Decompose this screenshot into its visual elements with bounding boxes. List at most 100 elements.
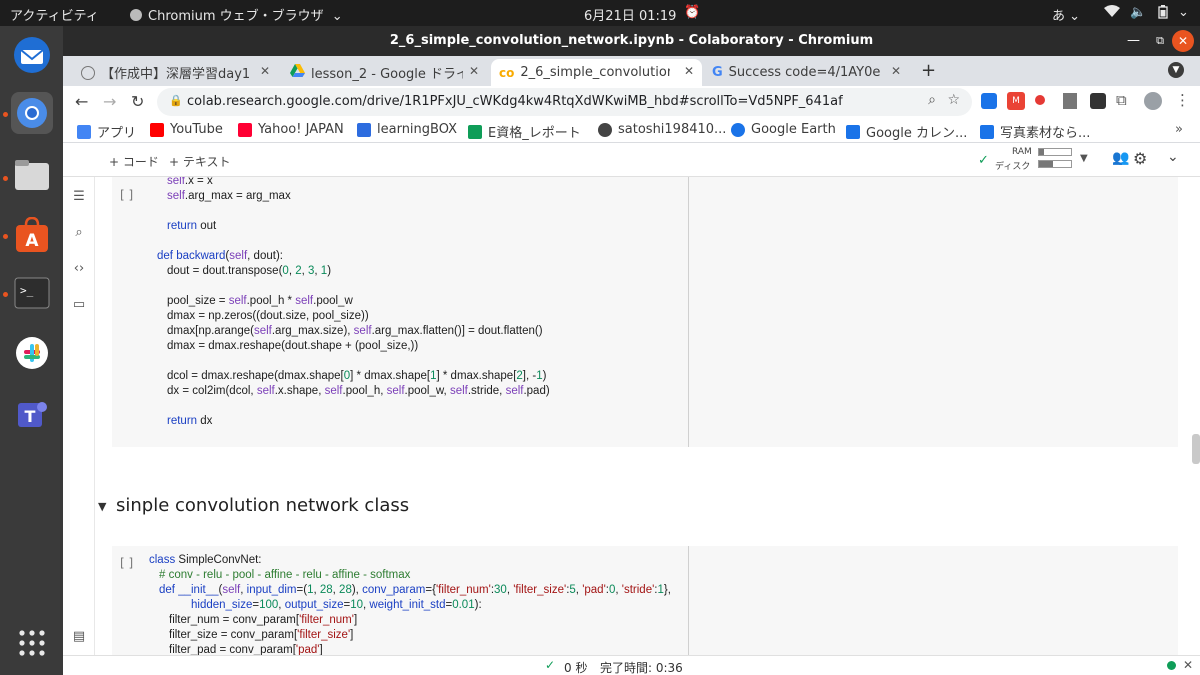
chromium-app-icon <box>130 9 142 21</box>
code-line: dx = col2im(dcol, self.x.shape, self.poo… <box>167 385 550 397</box>
browser-toolbar: ← → ↻ 🔒 colab.research.google.com/drive/… <box>63 86 1200 119</box>
tab-strip: 【作成中】深層学習day1, 2 ... ✕ lesson_2 - Google… <box>63 56 1200 86</box>
new-tab-button[interactable]: + <box>921 60 936 81</box>
running-indicator <box>3 112 8 117</box>
software-store-icon[interactable]: A <box>11 214 53 256</box>
ram-usage-fill <box>1039 149 1044 155</box>
code-snippets-icon[interactable]: ‹› <box>71 261 87 277</box>
back-button[interactable]: ← <box>75 92 88 111</box>
bookmark-google-calendar[interactable]: Google カレン... <box>846 122 967 141</box>
zoom-search-icon[interactable]: ⌕ <box>928 92 936 108</box>
bookmark-label: 写真素材なら... <box>1000 126 1091 141</box>
bookmarks-overflow-icon[interactable]: » <box>1175 122 1183 137</box>
tabs-extension-icon[interactable] <box>1090 93 1106 109</box>
disk-label: ディスク <box>995 162 1031 172</box>
scrollbar-thumb[interactable] <box>1192 434 1200 464</box>
close-tab-2-icon[interactable]: ✕ <box>469 64 479 78</box>
run-cell-button[interactable]: [ ] <box>120 188 133 202</box>
files-icon[interactable] <box>11 154 53 196</box>
bookmark-label: Google Earth <box>751 122 836 137</box>
bookmark-apps[interactable]: アプリ <box>77 122 136 141</box>
chrome-menu-icon[interactable]: ⋮ <box>1175 91 1190 109</box>
teams-icon[interactable]: T <box>11 394 53 436</box>
google-calendar-icon <box>846 124 860 139</box>
bookmark-label: Yahoo! JAPAN <box>258 122 344 137</box>
bookmarks-bar: アプリ YouTube Yahoo! JAPAN learningBOX E資格… <box>63 119 1200 143</box>
close-status-icon[interactable]: ✕ <box>1183 658 1193 672</box>
search-icon[interactable]: ⌕ <box>71 225 87 241</box>
svg-text:T: T <box>25 407 36 426</box>
code-line: dmax = np.zeros((dout.size, pool_size)) <box>167 310 369 322</box>
reload-button[interactable]: ↻ <box>131 92 144 111</box>
collapse-header-chevron-icon[interactable]: ⌄ <box>1167 149 1179 165</box>
terminal-icon[interactable]: >_ <box>11 272 53 314</box>
close-tab-3-icon[interactable]: ✕ <box>684 64 694 78</box>
wifi-icon[interactable] <box>1104 5 1120 21</box>
files-folder-icon[interactable]: ▭ <box>71 297 87 313</box>
maximize-button[interactable]: ⧉ <box>1156 26 1164 56</box>
collapse-section-triangle-icon[interactable]: ▼ <box>98 500 106 513</box>
bookmark-youtube[interactable]: YouTube <box>150 122 223 137</box>
activities-button[interactable]: アクティビティ <box>10 5 99 24</box>
thunderbird-icon[interactable] <box>11 34 53 76</box>
bookmark-google-earth[interactable]: Google Earth <box>731 122 836 137</box>
bookmark-yahoo[interactable]: Yahoo! JAPAN <box>238 122 344 137</box>
show-applications-icon[interactable] <box>11 622 53 664</box>
table-of-contents-icon[interactable]: ☰ <box>71 189 87 205</box>
app-menu-label: Chromium ウェブ・ブラウザ <box>148 9 324 24</box>
recording-extension-icon[interactable] <box>1035 95 1045 105</box>
add-text-button[interactable]: + テキスト <box>169 153 231 170</box>
runtime-dropdown-icon[interactable]: ▼ <box>1080 153 1088 164</box>
ram-label: RAM <box>1012 147 1032 157</box>
settings-gear-icon[interactable]: ⚙ <box>1133 149 1147 168</box>
bookmark-label: satoshi198410... <box>618 122 727 137</box>
tab-search-icon[interactable]: ▼ <box>1168 62 1184 78</box>
chromium-icon[interactable] <box>11 92 53 134</box>
app-menu[interactable]: Chromium ウェブ・ブラウザ ⌄ <box>130 5 343 24</box>
run-cell-button[interactable]: [ ] <box>120 556 133 570</box>
slack-icon[interactable] <box>11 332 53 374</box>
close-tab-1-icon[interactable]: ✕ <box>260 64 270 78</box>
resource-monitor[interactable]: ✓ RAM ディスク ▼ <box>978 147 1090 173</box>
lock-icon: 🔒 <box>169 94 183 107</box>
command-palette-icon[interactable]: ▤ <box>71 629 87 645</box>
bookmark-github[interactable]: satoshi198410... <box>598 122 726 137</box>
bookmark-label: Google カレン... <box>866 126 968 141</box>
code-cell[interactable]: [ ] self.x = x self.arg_max = arg_max re… <box>112 177 1178 447</box>
clock[interactable]: 6月21日 01:19 <box>584 5 676 24</box>
tab-1[interactable]: 【作成中】深層学習day1, 2 ... ✕ <box>73 59 278 86</box>
ime-label: あ <box>1052 9 1066 24</box>
disk-usage-bar <box>1038 160 1072 168</box>
extension-badge-icon[interactable] <box>981 93 997 109</box>
battery-icon[interactable] <box>1158 5 1168 23</box>
share-people-icon[interactable]: 👥 <box>1112 150 1129 166</box>
bookmark-star-icon[interactable]: ☆ <box>947 92 960 108</box>
address-bar[interactable]: 🔒 colab.research.google.com/drive/1R1PFx… <box>157 88 972 116</box>
ime-indicator[interactable]: あ ⌄ <box>1052 5 1080 24</box>
bookmark-photo-site[interactable]: 写真素材なら... <box>980 122 1090 141</box>
window-titlebar[interactable]: 2_6_simple_convolution_network.ipynb - C… <box>63 26 1200 56</box>
bookmark-e-report[interactable]: E資格_レポート <box>468 122 581 141</box>
sidebar-extension-icon[interactable] <box>1063 93 1077 109</box>
gmail-extension-icon[interactable]: M <box>1007 92 1025 110</box>
bookmark-learningbox[interactable]: learningBOX <box>357 122 457 137</box>
close-window-button[interactable]: ✕ <box>1172 30 1194 52</box>
system-menu-chevron-icon[interactable]: ⌄ <box>1178 5 1189 20</box>
add-code-button[interactable]: + コード <box>109 153 159 170</box>
tab-3-active[interactable]: co 2_6_simple_convolution_network ✕ <box>491 59 702 86</box>
forward-button[interactable]: → <box>103 92 116 111</box>
bookmark-label: learningBOX <box>377 122 458 137</box>
code-line: return dx <box>167 415 213 427</box>
volume-icon[interactable]: 🔈 <box>1130 5 1146 20</box>
close-tab-4-icon[interactable]: ✕ <box>891 64 901 78</box>
profile-avatar[interactable] <box>1144 92 1162 110</box>
window-title: 2_6_simple_convolution_network.ipynb - C… <box>389 33 874 48</box>
code-cell[interactable]: [ ] class SimpleConvNet: # conv - relu -… <box>112 546 1178 655</box>
tab-4[interactable]: G Success code=4/1AY0e-g4... ✕ <box>704 59 909 86</box>
minimize-button[interactable]: — <box>1127 26 1140 56</box>
tab-2[interactable]: lesson_2 - Google ドライブ ✕ <box>282 59 487 86</box>
extensions-puzzle-icon[interactable]: ⧉ <box>1116 91 1127 109</box>
code-line: return out <box>167 220 217 232</box>
code-line: filter_pad = conv_param['pad'] <box>169 644 323 655</box>
section-title: sinple convolution network class <box>116 495 410 516</box>
